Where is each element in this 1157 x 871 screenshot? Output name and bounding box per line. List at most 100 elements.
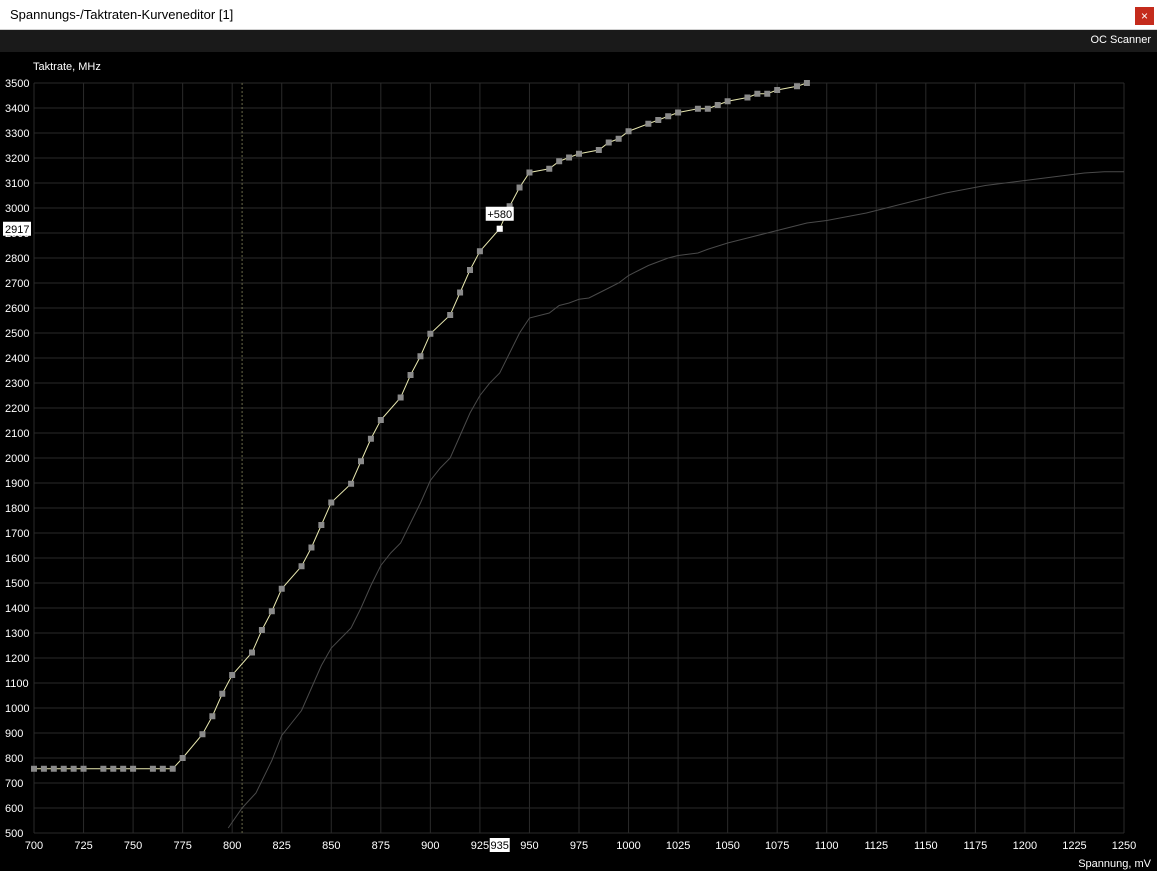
curve-point xyxy=(744,94,751,101)
curve-point xyxy=(100,765,107,772)
x-tick-label: 800 xyxy=(223,840,241,852)
x-tick-label: 1200 xyxy=(1013,840,1037,852)
selected-x-label: 935 xyxy=(491,840,509,852)
y-tick-label: 3300 xyxy=(5,128,29,140)
y-tick-label: 1900 xyxy=(5,478,29,490)
x-tick-label: 1025 xyxy=(666,840,690,852)
x-tick-label: 925 xyxy=(471,840,489,852)
curve-point xyxy=(130,765,137,772)
curve-point xyxy=(457,289,464,296)
y-tick-label: 1600 xyxy=(5,553,29,565)
y-axis-label: Taktrate, MHz xyxy=(33,61,101,73)
curve-point xyxy=(298,563,305,570)
y-tick-label: 1300 xyxy=(5,628,29,640)
x-tick-label: 1000 xyxy=(616,840,640,852)
voltage-frequency-chart[interactable]: Taktrate, MHz Spannung, mV 500 600 700 800 9… xyxy=(0,52,1157,871)
curve-point xyxy=(694,105,701,112)
curve-point xyxy=(803,80,810,86)
y-tick-label: 2300 xyxy=(5,378,29,390)
curve-point xyxy=(655,117,662,123)
x-tick-label: 825 xyxy=(273,840,291,852)
x-tick-label: 725 xyxy=(74,840,92,852)
y-tick-label: 2100 xyxy=(5,428,29,440)
curve-point xyxy=(665,113,672,120)
selected-point xyxy=(496,225,503,232)
x-tick-label: 900 xyxy=(421,840,439,852)
curve-point xyxy=(397,394,404,401)
chart-grid xyxy=(33,82,1125,834)
y-tick-label: 1500 xyxy=(5,578,29,590)
curve-point xyxy=(476,248,483,255)
y-tick-label: 2700 xyxy=(5,278,29,290)
y-tick-label: 800 xyxy=(5,753,23,765)
oc-scanner-button[interactable]: OC Scanner xyxy=(1090,34,1151,46)
curve-point xyxy=(268,608,275,615)
x-tick-label: 750 xyxy=(124,840,142,852)
curve-point xyxy=(774,87,781,93)
x-tick-label: 1150 xyxy=(914,840,938,852)
curve-point xyxy=(110,765,117,772)
x-tick-label: 875 xyxy=(372,840,390,852)
window-title: Spannungs-/Taktraten-Kurveneditor [1] xyxy=(10,7,234,22)
active-curve-line xyxy=(34,82,808,770)
curve-series xyxy=(31,80,1124,829)
curve-point xyxy=(704,105,711,112)
y-tick-label: 1800 xyxy=(5,503,29,515)
title-bar: Spannungs-/Taktraten-Kurveneditor [1] × xyxy=(0,0,1157,30)
curve-point xyxy=(31,765,37,772)
curve-point xyxy=(179,755,186,761)
y-tick-label: 2400 xyxy=(5,353,29,365)
curve-point xyxy=(377,417,384,423)
y-tick-label: 2500 xyxy=(5,328,29,340)
y-tick-label: 3200 xyxy=(5,153,29,165)
curve-point xyxy=(328,499,335,506)
curve-point xyxy=(447,312,454,318)
x-axis-ticks: 700 725 750 775 800 825 850 875 900 925 950 975 1000… xyxy=(25,840,1136,852)
x-tick-label: 1125 xyxy=(864,840,888,852)
x-tick-label: 1050 xyxy=(715,840,739,852)
curve-point xyxy=(645,120,652,127)
x-tick-label: 1225 xyxy=(1062,840,1086,852)
curve-point xyxy=(358,458,364,465)
close-button[interactable]: × xyxy=(1135,7,1154,25)
curve-point xyxy=(249,649,255,656)
y-tick-label: 1200 xyxy=(5,653,29,665)
default-curve-line xyxy=(227,171,1124,829)
curve-point xyxy=(516,184,523,191)
x-tick-label: 775 xyxy=(173,840,191,852)
curve-point xyxy=(615,135,622,142)
curve-point xyxy=(714,102,721,108)
curve-point xyxy=(427,330,434,337)
y-tick-label: 2600 xyxy=(5,303,29,315)
y-tick-label: 1400 xyxy=(5,603,29,615)
curve-point xyxy=(566,154,573,161)
y-tick-label: 2200 xyxy=(5,403,29,415)
curve-point xyxy=(169,765,176,772)
curve-point xyxy=(754,90,761,97)
curve-point xyxy=(308,544,315,551)
curve-point xyxy=(40,765,47,772)
x-axis-label: Spannung, mV xyxy=(1078,858,1151,870)
y-tick-label: 1700 xyxy=(5,528,29,540)
curve-point xyxy=(595,147,602,153)
curve-point xyxy=(764,90,771,97)
x-tick-label: 1175 xyxy=(964,840,988,852)
x-tick-label: 1100 xyxy=(815,840,839,852)
curve-point xyxy=(80,765,87,772)
curve-point xyxy=(546,165,553,172)
y-tick-label: 1100 xyxy=(5,678,29,690)
curve-point xyxy=(159,765,166,772)
curve-point xyxy=(70,765,77,772)
curve-point xyxy=(407,372,414,378)
y-tick-label: 3500 xyxy=(5,78,29,90)
curve-point xyxy=(278,585,285,592)
curve-point xyxy=(417,353,424,360)
curve-point xyxy=(625,128,632,135)
curve-point xyxy=(467,267,473,273)
curve-point xyxy=(60,765,67,772)
y-tick-label: 600 xyxy=(5,803,23,815)
y-tick-label: 500 xyxy=(5,828,23,840)
toolbar: OC Scanner xyxy=(0,30,1157,52)
y-tick-label: 3000 xyxy=(5,203,29,215)
curve-point xyxy=(50,765,57,772)
